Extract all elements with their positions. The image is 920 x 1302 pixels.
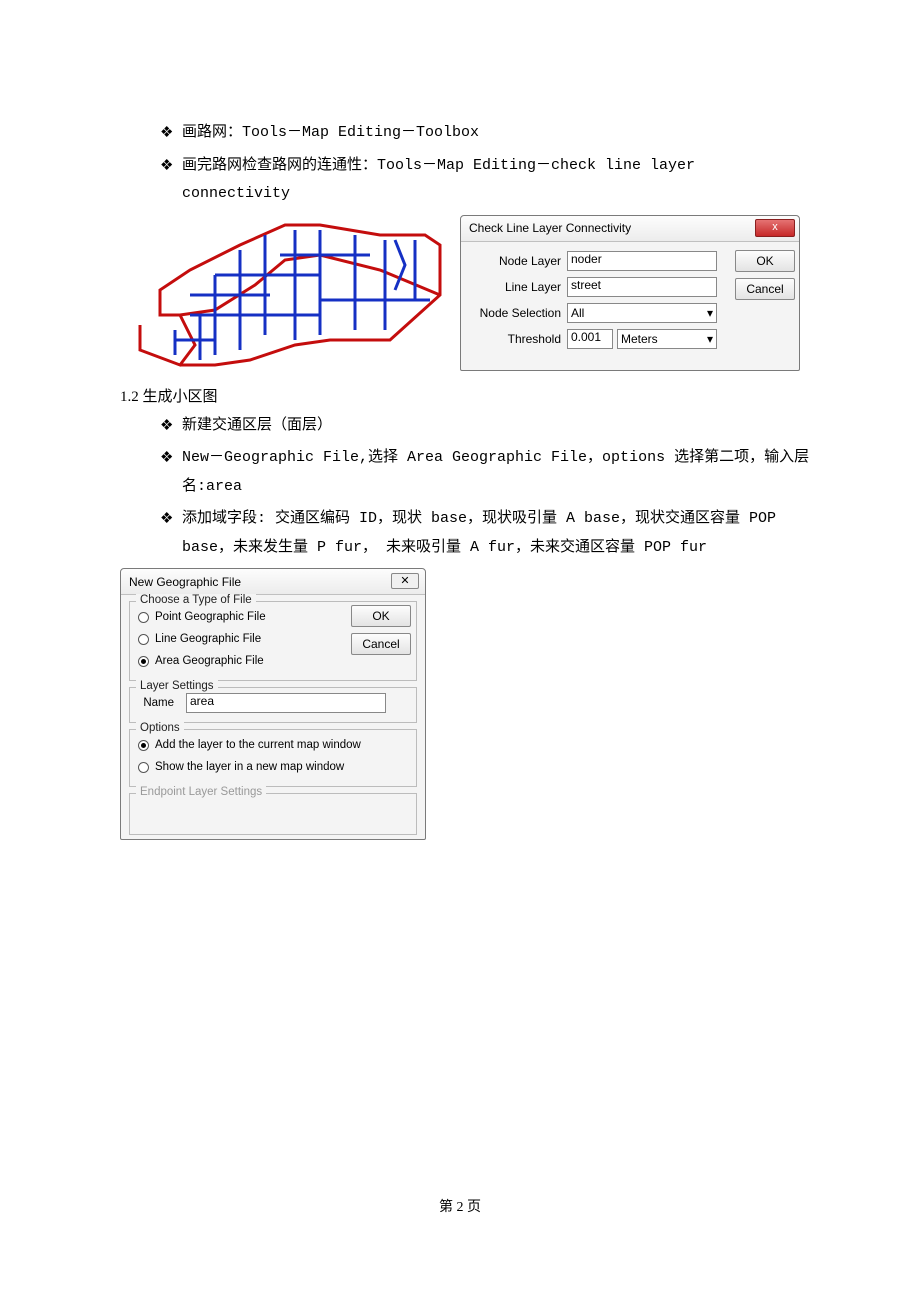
group-legend: Layer Settings	[136, 680, 218, 692]
node-layer-input[interactable]: noder	[567, 251, 717, 271]
group-endpoint-settings: Endpoint Layer Settings	[129, 793, 417, 835]
bullet-line1: New－Geographic File,选择 Area Geographic F…	[182, 449, 809, 466]
bullet-item: ❖ 添加域字段: 交通区编码 ID，现状 base，现状吸引量 A base，现…	[160, 505, 820, 562]
bullet-marker: ❖	[160, 412, 182, 441]
node-layer-label: Node Layer	[475, 254, 567, 268]
group-options: Options Add the layer to the current map…	[129, 729, 417, 787]
section-heading-1-2: 1.2 生成小区图	[120, 385, 820, 406]
dialog-titlebar: New Geographic File ✕	[121, 569, 425, 595]
bullet-text: 画完路网检查路网的连通性：Tools－Map Editing－check lin…	[182, 152, 820, 209]
close-button[interactable]: x	[755, 219, 795, 237]
group-legend: Choose a Type of File	[136, 594, 256, 606]
bullet-item: ❖ 画完路网检查路网的连通性：Tools－Map Editing－check l…	[160, 152, 820, 209]
radio-label: Area Geographic File	[155, 655, 264, 667]
radio-icon	[138, 762, 149, 773]
bullet-text: New－Geographic File,选择 Area Geographic F…	[182, 444, 820, 501]
radio-icon	[138, 740, 149, 751]
radio-point-file[interactable]: Point Geographic File	[138, 606, 336, 628]
name-label: Name	[138, 697, 180, 709]
line-layer-label: Line Layer	[475, 280, 567, 294]
road-network-sketch	[120, 215, 450, 375]
cancel-button[interactable]: Cancel	[735, 278, 795, 300]
radio-label: Point Geographic File	[155, 611, 266, 623]
radio-show-layer[interactable]: Show the layer in a new map window	[138, 756, 408, 778]
radio-label: Add the layer to the current map window	[155, 739, 361, 751]
bullet-text: 画路网：Tools－Map Editing－Toolbox	[182, 119, 820, 148]
page-footer: 第 2 页	[0, 1196, 920, 1216]
dialog-titlebar: Check Line Layer Connectivity x	[461, 216, 799, 242]
node-selection-value: All	[571, 306, 584, 320]
units-select[interactable]: Meters ▾	[617, 329, 717, 349]
bullet-text: 添加域字段: 交通区编码 ID，现状 base，现状吸引量 A base，现状交…	[182, 505, 820, 562]
bullet-marker: ❖	[160, 444, 182, 473]
group-file-type: Choose a Type of File Point Geographic F…	[129, 601, 417, 681]
group-layer-settings: Layer Settings Name area	[129, 687, 417, 723]
new-geographic-file-dialog: New Geographic File ✕ OK Cancel Choose a…	[120, 568, 426, 840]
threshold-label: Threshold	[475, 332, 567, 346]
radio-icon	[138, 634, 149, 645]
units-value: Meters	[621, 332, 658, 346]
dialog-title: New Geographic File	[129, 575, 241, 589]
bullet-item: ❖ 新建交通区层（面层）	[160, 412, 820, 441]
bullet-line2: base，未来发生量 P fur， 未来吸引量 A fur，未来交通区容量 PO…	[182, 539, 707, 556]
bullet-marker: ❖	[160, 505, 182, 534]
radio-label: Show the layer in a new map window	[155, 761, 344, 773]
bullet-marker: ❖	[160, 119, 182, 148]
radio-label: Line Geographic File	[155, 633, 261, 645]
chevron-down-icon: ▾	[707, 332, 713, 346]
bullet-item: ❖ New－Geographic File,选择 Area Geographic…	[160, 444, 820, 501]
chevron-down-icon: ▾	[707, 306, 713, 320]
bullet-text: 新建交通区层（面层）	[182, 412, 820, 441]
layer-name-input[interactable]: area	[186, 693, 386, 713]
bullet-line2: 名:area	[182, 478, 242, 495]
figure-row: Check Line Layer Connectivity x Node Lay…	[120, 215, 820, 375]
radio-area-file[interactable]: Area Geographic File	[138, 650, 336, 672]
check-connectivity-dialog: Check Line Layer Connectivity x Node Lay…	[460, 215, 800, 371]
threshold-input[interactable]: 0.001	[567, 329, 613, 349]
node-selection-select[interactable]: All ▾	[567, 303, 717, 323]
node-selection-label: Node Selection	[475, 306, 567, 320]
close-button[interactable]: ✕	[391, 573, 419, 589]
radio-icon	[138, 612, 149, 623]
ok-button[interactable]: OK	[735, 250, 795, 272]
bullet-line2: connectivity	[182, 185, 290, 202]
radio-add-layer[interactable]: Add the layer to the current map window	[138, 734, 408, 756]
bullet-line1: 画完路网检查路网的连通性：Tools－Map Editing－check lin…	[182, 157, 695, 174]
bullet-item: ❖ 画路网：Tools－Map Editing－Toolbox	[160, 119, 820, 148]
group-legend: Endpoint Layer Settings	[136, 786, 266, 798]
bullet-line1: 添加域字段: 交通区编码 ID，现状 base，现状吸引量 A base，现状交…	[182, 510, 776, 527]
bullet-marker: ❖	[160, 152, 182, 181]
dialog-title: Check Line Layer Connectivity	[469, 221, 631, 235]
radio-line-file[interactable]: Line Geographic File	[138, 628, 336, 650]
group-legend: Options	[136, 722, 184, 734]
line-layer-input[interactable]: street	[567, 277, 717, 297]
radio-icon	[138, 656, 149, 667]
